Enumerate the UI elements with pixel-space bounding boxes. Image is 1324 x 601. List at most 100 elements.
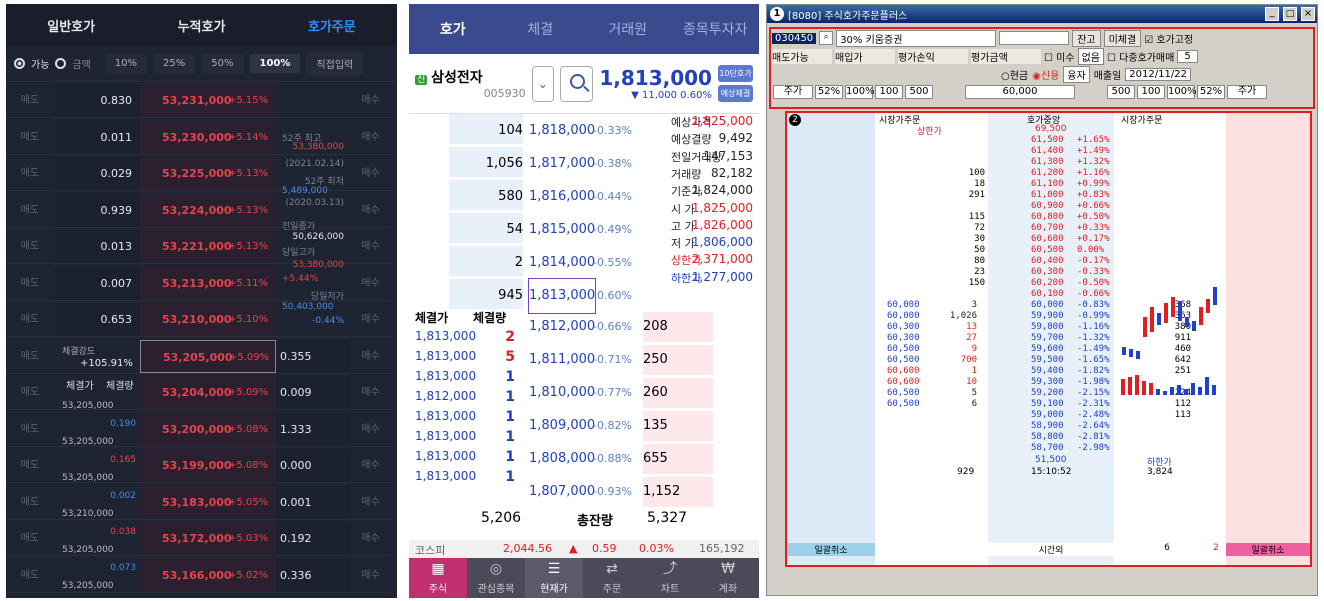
qty-bar-item[interactable]: 주가: [773, 85, 813, 99]
price-cell[interactable]: 53,231,000 +5.15%: [140, 84, 276, 117]
ask-row[interactable]: 60,900 +0.66%: [787, 201, 1310, 212]
pct-50-button[interactable]: 50%: [201, 54, 244, 73]
nav-item[interactable]: ₩ 계좌: [699, 558, 757, 598]
bid-row[interactable]: 1,810,000 -0.77% 260: [519, 378, 759, 412]
pct-25-button[interactable]: 25%: [153, 54, 196, 73]
ask-row[interactable]: 50 60,500 0.00%: [787, 245, 1310, 256]
sell-cell[interactable]: 매도: [6, 121, 54, 154]
bid-row[interactable]: 1,808,000 -0.88% 655: [519, 444, 759, 478]
ask-row[interactable]: 61,400 +1.49%: [787, 146, 1310, 157]
radio-amount[interactable]: [55, 58, 67, 69]
buy-cell[interactable]: 매수: [350, 449, 391, 482]
stock-name-box[interactable]: 신 삼성전자 005930: [415, 67, 526, 100]
ask-row[interactable]: 72 60,700 +0.33%: [787, 223, 1310, 234]
price-cell[interactable]: 53,221,000 +5.13%: [140, 230, 276, 263]
price-cell[interactable]: 53,224,000 +5.13%: [140, 193, 276, 227]
buy-cell[interactable]: 매수: [350, 340, 391, 373]
ask-row[interactable]: 30 60,600 +0.17%: [787, 234, 1310, 245]
buy-cell[interactable]: 매수: [350, 84, 391, 117]
sell-cell[interactable]: 매도: [6, 486, 54, 519]
tab-cumulative-quote[interactable]: 누적호가: [136, 16, 266, 35]
multi-count-select[interactable]: 5: [1177, 49, 1198, 63]
buy-cell[interactable]: 매수: [350, 303, 391, 336]
ask-row[interactable]: 945 1,813,000 -0.60%: [409, 278, 759, 314]
ask-row[interactable]: 61,500 +1.65%: [787, 135, 1310, 146]
pct-10-button[interactable]: 10%: [104, 54, 148, 73]
buy-cell[interactable]: 매수: [350, 413, 391, 446]
bid-row[interactable]: 58,900 -2.64%: [787, 421, 1310, 432]
bid-row[interactable]: 60,600 1 59,400 -1.82% 251: [787, 366, 1310, 377]
bid-row[interactable]: 1,809,000 -0.82% 135: [519, 411, 759, 445]
sell-cell[interactable]: 매도: [6, 376, 54, 409]
tab-trades[interactable]: 체결: [497, 19, 585, 39]
sell-cell[interactable]: 매도: [6, 157, 54, 190]
sell-cell[interactable]: 매도: [6, 449, 54, 482]
tab-general-quote[interactable]: 일반호가: [6, 16, 136, 35]
buy-cell[interactable]: 매수: [350, 267, 391, 300]
buy-cell[interactable]: 매수: [350, 522, 391, 555]
price-cell[interactable]: 53,205,000 +5.09%: [140, 339, 276, 373]
ask-row[interactable]: 18 61,100 +0.99%: [787, 179, 1310, 190]
ask-row[interactable]: 100 61,200 +1.16%: [787, 168, 1310, 179]
ten-level-button[interactable]: 10단호가: [717, 65, 753, 82]
price-cell[interactable]: 53,204,000 +5.09%: [140, 376, 276, 409]
sale-date-input[interactable]: 2012/11/22: [1125, 68, 1191, 81]
ask-row[interactable]: 150 60,200 -0.50%: [787, 278, 1310, 289]
orderbook-row[interactable]: 매도 0.830 53,231,000 +5.15% 매수: [6, 84, 391, 118]
tab-quote[interactable]: 호가: [409, 19, 497, 39]
price-cell[interactable]: 53,210,000 +5.10%: [140, 303, 276, 336]
buy-cell[interactable]: 매수: [350, 194, 391, 227]
buy-cell[interactable]: 매수: [350, 486, 391, 519]
pct-100-button[interactable]: 100%: [249, 54, 301, 73]
ask-row[interactable]: 80 60,400 -0.17%: [787, 256, 1310, 267]
bid-row[interactable]: 1,807,000 -0.93% 1,152: [519, 477, 759, 511]
expected-trade-button[interactable]: 예상체결: [717, 85, 753, 102]
nav-item[interactable]: ⇄ 주문: [583, 558, 641, 598]
buy-cell[interactable]: 매수: [350, 559, 391, 592]
ask-row[interactable]: 115 60,800 +0.50%: [787, 212, 1310, 223]
footer-cell[interactable]: 일괄취소: [787, 543, 875, 556]
bid-row[interactable]: 60,500 6 59,100 -2.31% 112: [787, 399, 1310, 410]
sell-cell[interactable]: 매도: [6, 303, 54, 336]
bid-row[interactable]: 60,000 1,026 59,900 -0.99% 363: [787, 311, 1310, 322]
search-icon[interactable]: [559, 65, 594, 102]
nav-item[interactable]: ◎ 관심종목: [467, 558, 525, 598]
bid-row[interactable]: 1,811,000 -0.71% 250: [519, 345, 759, 379]
nav-item[interactable]: ☰ 현재가: [525, 558, 583, 598]
balance-button[interactable]: 잔고: [1072, 29, 1101, 47]
nav-item[interactable]: ⤴ 차트: [641, 558, 699, 598]
bid-row[interactable]: 60,600 10 59,300 -1.98%: [787, 377, 1310, 388]
buy-cell[interactable]: 매수: [350, 121, 391, 154]
price-cell[interactable]: 53,199,000 +5.08%: [140, 449, 276, 482]
ask-row[interactable]: 60,100 -0.66%: [787, 289, 1310, 300]
bid-row[interactable]: 60,300 13 59,800 -1.16% 380: [787, 322, 1310, 333]
qty-bar-item[interactable]: 100: [1137, 85, 1165, 99]
radio-credit[interactable]: ◉신용: [1032, 67, 1059, 82]
buy-cell[interactable]: 매수: [350, 376, 391, 409]
price-cell[interactable]: 53,200,000 +5.08%: [140, 412, 276, 446]
account-select[interactable]: 030450: [772, 32, 817, 44]
bid-row[interactable]: 59,000 -2.48% 113: [787, 410, 1310, 421]
fix-quote-checkbox[interactable]: ☑ 호가고정: [1144, 31, 1193, 46]
maximize-icon[interactable]: □: [1283, 7, 1297, 21]
qty-bar-item[interactable]: 100: [875, 85, 903, 99]
sell-cell[interactable]: 매도: [6, 559, 54, 592]
unfilled-button[interactable]: 미체결: [1103, 29, 1142, 47]
qty-bar-item[interactable]: 500: [905, 85, 933, 99]
multi-quote-checkbox[interactable]: ☐ 다중호가매매: [1107, 49, 1174, 64]
footer-cell[interactable]: 일괄취소: [1226, 543, 1310, 556]
bid-row[interactable]: 60,500 700 59,500 -1.65% 642: [787, 355, 1310, 366]
radio-available[interactable]: [14, 58, 25, 69]
bid-row[interactable]: 60,500 9 59,600 -1.49% 460: [787, 344, 1310, 355]
price-cell[interactable]: 53,225,000 +5.13%: [140, 157, 276, 190]
qty-bar-item[interactable]: 52%: [1197, 85, 1225, 99]
sell-cell[interactable]: 매도: [6, 194, 54, 227]
price-cell[interactable]: 53,213,000 +5.11%: [140, 266, 276, 300]
buy-cell[interactable]: 매수: [350, 230, 391, 263]
bid-row[interactable]: 1,812,000 -0.66% 208: [519, 312, 759, 346]
radio-cash[interactable]: ○현금: [1001, 67, 1028, 82]
minimize-icon[interactable]: _: [1265, 7, 1279, 21]
search-icon[interactable]: ⌕: [819, 31, 834, 45]
bid-row[interactable]: 58,800 -2.81%: [787, 432, 1310, 443]
price-cell[interactable]: 53,183,000 +5.05%: [140, 485, 276, 519]
